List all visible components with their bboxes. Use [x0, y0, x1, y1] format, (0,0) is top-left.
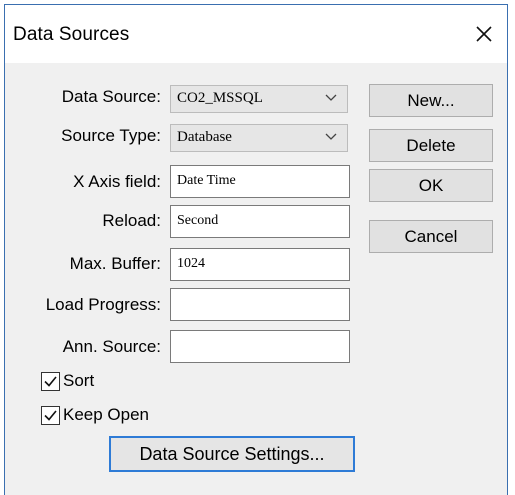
load-progress-input[interactable] [170, 288, 350, 321]
keep-open-label: Keep Open [63, 405, 150, 424]
chevron-down-icon [325, 94, 337, 101]
data-sources-dialog: Data Sources Data Source: CO2_MSSQL Sour… [4, 4, 508, 495]
ann-source-input[interactable] [170, 330, 350, 363]
checkmark-icon [44, 409, 57, 421]
data-source-value: CO2_MSSQL [177, 90, 263, 106]
chevron-down-icon [325, 133, 337, 140]
reload-input[interactable]: Second [170, 205, 350, 238]
delete-button[interactable]: Delete [369, 129, 493, 162]
keep-open-checkbox[interactable] [41, 405, 60, 425]
sort-checkbox-row[interactable]: Sort [41, 369, 94, 393]
reload-value: Second [177, 213, 219, 228]
data-source-settings-button[interactable]: Data Source Settings... [109, 436, 355, 472]
load-progress-label: Load Progress: [45, 295, 161, 314]
cancel-button[interactable]: Cancel [369, 220, 493, 253]
data-source-select[interactable]: CO2_MSSQL [170, 85, 348, 113]
x-axis-field-label: X Axis field: [73, 172, 161, 191]
window-title: Data Sources [13, 24, 130, 45]
close-icon [476, 26, 492, 42]
sort-label: Sort [63, 371, 95, 390]
reload-label: Reload: [102, 211, 161, 230]
max-buffer-label: Max. Buffer: [69, 254, 161, 273]
keep-open-checkbox-row[interactable]: Keep Open [41, 403, 149, 427]
ann-source-label: Ann. Source: [62, 337, 161, 356]
max-buffer-input[interactable]: 1024 [170, 248, 350, 281]
ok-button[interactable]: OK [369, 169, 493, 202]
close-button[interactable] [461, 13, 507, 55]
max-buffer-value: 1024 [177, 256, 205, 271]
checkmark-icon [44, 375, 57, 387]
source-type-select[interactable]: Database [170, 124, 348, 152]
sort-checkbox[interactable] [41, 371, 60, 391]
x-axis-field-input[interactable]: Date Time [170, 165, 350, 198]
new-button[interactable]: New... [369, 84, 493, 117]
source-type-value: Database [177, 129, 232, 145]
source-type-label: Source Type: [61, 126, 161, 145]
title-bar: Data Sources [5, 5, 507, 63]
x-axis-field-value: Date Time [177, 173, 236, 188]
data-source-label: Data Source: [61, 87, 161, 106]
